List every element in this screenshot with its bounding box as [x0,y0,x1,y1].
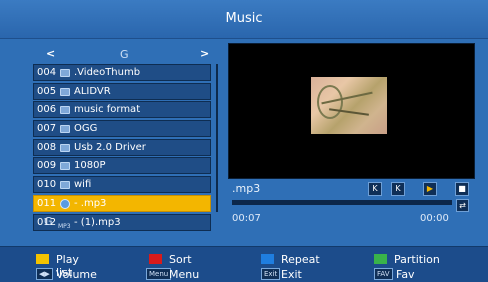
repeat-icon[interactable]: ⇄ [456,199,469,212]
list-item-selected[interactable]: 011 - .mp3 [33,194,211,212]
sort-label: Sort [169,253,192,266]
item-number: 011 [37,197,57,209]
folder-icon [60,181,70,190]
item-number: 008 [37,141,57,153]
item-number: 009 [37,160,57,172]
item-number: 007 [37,123,57,135]
list-item[interactable]: 005 ALIDVR [33,82,211,100]
list-scrollbar[interactable] [216,64,218,212]
green-key-icon [374,254,387,264]
menu-label: Menu [169,268,200,281]
folder-icon [60,106,70,115]
list-item[interactable]: 010 wifi [33,176,211,194]
item-name: .VideoThumb [74,67,141,78]
folder-icon [60,87,70,96]
chevron-right-icon[interactable]: > [200,47,209,60]
drive-nav: < G > [40,47,215,62]
item-name: - .mp3 [74,197,107,209]
item-name: music format [74,104,141,116]
left-right-icon: ◀▶ [36,268,53,280]
item-number: 005 [37,85,57,97]
item-name: wifi [74,179,92,191]
folder-icon [60,143,70,152]
elapsed-time: 00:07 [232,213,261,224]
title-bar: Music [0,0,488,39]
exit-label: Exit [281,268,302,281]
item-name: - (1).mp3 [74,216,121,228]
item-name: 1080P [74,160,106,172]
yellow-key-icon [36,254,49,264]
list-item[interactable]: 009 1080P [33,157,211,175]
menu-key-icon: Menu [146,268,172,280]
drive-label: G [120,48,129,61]
chevron-left-icon[interactable]: < [46,47,55,60]
item-name: Usb 2.0 Driver [74,141,146,153]
fav-key-icon: FAV [374,268,393,280]
drive-label-bottom: G [44,215,53,228]
previous-icon[interactable]: K [368,182,382,196]
blue-key-icon [261,254,274,264]
preview-window [228,43,475,179]
item-name: ALIDVR [74,85,111,97]
track-name: .mp3 [232,182,261,195]
repeat-label: Repeat [281,253,320,266]
music-screen: Music < G > 004 .VideoThumb 005 ALIDVR 0… [0,0,488,282]
remaining-time: 00:00 [420,213,449,224]
item-number: 006 [37,104,57,116]
list-item[interactable]: 007 OGG [33,120,211,138]
red-key-icon [149,254,162,264]
page-title: Music [225,11,263,26]
album-art [311,77,387,134]
item-name: OGG [74,123,98,135]
list-item[interactable]: 008 Usb 2.0 Driver [33,138,211,156]
folder-icon [60,162,70,171]
file-list: 004 .VideoThumb 005 ALIDVR 006 music for… [33,64,211,232]
list-item[interactable]: 006 music format [33,101,211,119]
list-item[interactable]: 004 .VideoThumb [33,64,211,81]
next-icon[interactable]: K [391,182,405,196]
volume-label: Volume [56,268,97,281]
fav-label: Fav [396,268,415,281]
partition-label: Partition [394,253,440,266]
list-item[interactable]: 012 MP3 - (1).mp3 [33,213,211,231]
item-number: 010 [37,179,57,191]
mp3-file-icon: MP3 [58,222,71,230]
music-disc-icon [60,198,70,209]
folder-icon [60,125,70,134]
progress-bar[interactable] [232,200,452,205]
footer-legend: Play list Sort Repeat Partition ◀▶ Volum… [0,246,488,282]
folder-icon [60,69,70,77]
exit-key-icon: Exit [261,268,281,280]
stop-icon[interactable]: ■ [455,182,469,196]
play-icon[interactable]: ▶ [423,182,437,196]
item-number: 004 [37,67,57,78]
